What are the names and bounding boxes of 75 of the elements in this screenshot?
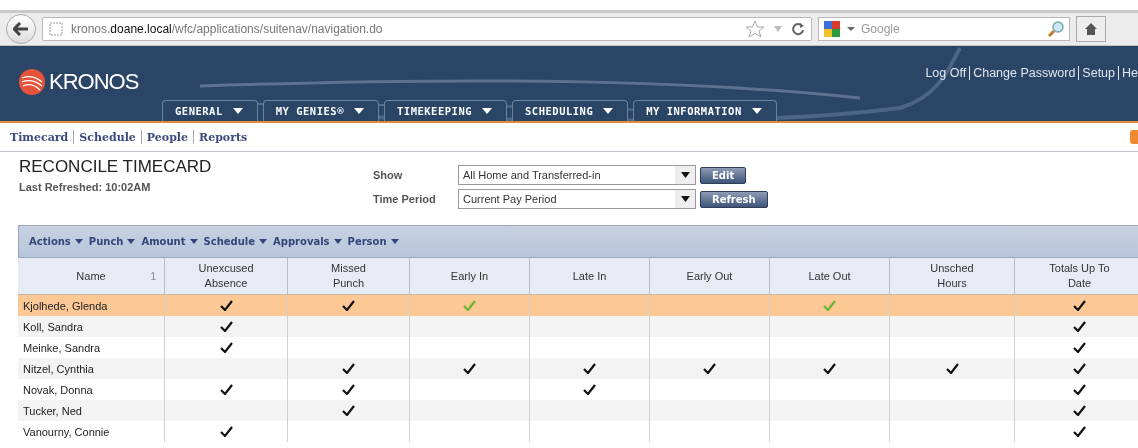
search-field[interactable]: Google [818, 17, 1070, 41]
caret-icon [680, 196, 690, 202]
search-engine-icon [823, 20, 843, 38]
employee-name: Koll, Sandra [23, 320, 83, 333]
toolbar-menu[interactable]: Person [347, 236, 399, 247]
caret-icon [232, 108, 243, 114]
table-row[interactable]: Kjolhede, Glenda [18, 295, 1138, 316]
page-title: RECONCILE TIMECARD [19, 157, 213, 177]
caret-icon [333, 239, 342, 244]
menu-tab[interactable]: MY INFORMATION [633, 100, 777, 121]
caret-icon [74, 239, 83, 244]
caret-icon [354, 108, 364, 114]
employee-name: Tucker, Ned [23, 404, 82, 417]
column-header[interactable]: Totals Up To Date [1015, 258, 1138, 294]
caret-icon [189, 239, 198, 244]
address-bar[interactable]: kronos.doane.local/wfc/applications/suitenav/navigation.do [42, 17, 812, 41]
column-header[interactable]: Early Out [650, 258, 770, 294]
employee-name: Novak, Donna [23, 383, 93, 396]
header-link[interactable]: Log Off [925, 66, 967, 80]
employee-name: Nitzel, Cynthia [23, 362, 94, 375]
column-header[interactable]: Late Out [770, 258, 890, 294]
employee-name: Kjolhede, Glenda [23, 299, 108, 312]
toolbar-menu[interactable]: Punch [88, 236, 136, 247]
url-text: kronos.doane.local/wfc/applications/suitenav/navigation.do [71, 22, 384, 36]
header-link[interactable]: Setup [1078, 66, 1115, 80]
employee-name: Meinke, Sandra [23, 341, 101, 354]
filter-label: Time Period [373, 193, 437, 205]
subnav-link[interactable]: Timecard [5, 130, 74, 144]
toolbar-menu[interactable]: Approvals [273, 236, 342, 247]
star-icon[interactable] [745, 20, 765, 38]
table-row[interactable]: Tucker, Ned [18, 400, 1138, 421]
subnav-link[interactable]: People [141, 130, 194, 144]
column-header[interactable]: Unsched Hours [890, 258, 1015, 294]
toolbar-menu[interactable]: Actions [29, 236, 83, 247]
dropdown[interactable]: All Home and Transferred-in [458, 165, 696, 185]
reload-icon[interactable] [791, 22, 805, 36]
menu-tab[interactable]: TIMEKEEPING [384, 100, 508, 121]
caret-icon [259, 239, 268, 244]
filter-button[interactable]: Refresh [700, 190, 768, 208]
table-row[interactable]: Nitzel, Cynthia [18, 358, 1138, 379]
search-icon[interactable] [1047, 20, 1065, 38]
home-icon [1084, 22, 1098, 36]
logo-text: KRONOS [49, 69, 139, 95]
caret-icon [127, 239, 136, 244]
dropdown[interactable]: Current Pay Period [458, 189, 696, 209]
column-header[interactable]: Late In [530, 258, 650, 294]
caret-icon [603, 108, 614, 114]
caret-icon [680, 172, 690, 178]
home-button[interactable] [1076, 16, 1106, 42]
caret-icon [482, 108, 493, 114]
filter-label: Show [373, 169, 404, 181]
back-arrow-icon [13, 22, 29, 36]
caret-icon [390, 239, 399, 244]
last-refreshed-text: Last Refreshed: 10:02AM [19, 181, 152, 193]
menu-tab[interactable]: MY GENIES® [262, 100, 379, 121]
column-header[interactable]: Missed Punch [288, 258, 410, 294]
column-header[interactable]: Unexcused Absence [165, 258, 288, 294]
subnav-link[interactable]: Schedule [74, 130, 141, 144]
subnav-link[interactable]: Reports [194, 130, 253, 144]
caret-icon [751, 108, 762, 114]
header-link[interactable]: He [1118, 66, 1138, 80]
filter-button[interactable]: Edit [700, 166, 747, 184]
employee-name: Vanourny, Connie [23, 425, 110, 438]
dropdown-caret-icon[interactable] [847, 26, 855, 32]
toolbar-menu[interactable]: Schedule [203, 236, 268, 247]
table-row[interactable]: Koll, Sandra [18, 316, 1138, 337]
column-header[interactable]: Early In [410, 258, 530, 294]
column-header[interactable]: Name 1 [18, 258, 165, 294]
site-icon [49, 22, 63, 36]
back-button[interactable] [6, 14, 36, 44]
toolbar-menu[interactable]: Amount [141, 236, 198, 247]
logo-icon [18, 68, 46, 96]
header-link[interactable]: Change Password [969, 66, 1076, 80]
menu-tab[interactable]: SCHEDULING [512, 100, 629, 121]
menu-tab[interactable]: GENERAL [162, 100, 258, 121]
